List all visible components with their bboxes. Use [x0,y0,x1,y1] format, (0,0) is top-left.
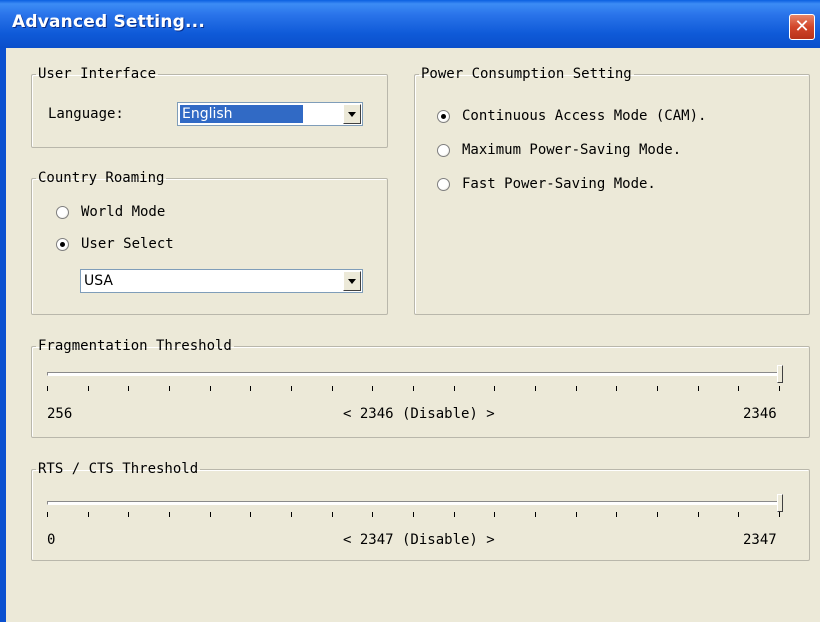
rts-cts-max: 2347 [743,532,777,548]
fragmentation-ticks [47,386,783,392]
slider-tick [779,386,780,391]
slider-tick [697,512,699,517]
slider-tick [169,386,170,391]
window-title: Advanced Setting... [12,12,205,32]
slider-tick [535,386,536,391]
slider-tick [87,512,89,517]
radio-world-mode[interactable] [56,206,69,219]
slider-tick [47,512,48,517]
country-select[interactable]: USA [80,269,363,293]
slider-tick [209,512,211,517]
user-interface-legend: User Interface [38,66,157,82]
slider-tick [779,512,780,517]
rts-cts-slider-track[interactable] [47,501,783,505]
slider-tick [494,386,496,391]
slider-tick [657,386,658,391]
slider-tick [372,512,374,517]
close-button[interactable]: ✕ [789,14,815,40]
window-left-border [0,48,6,622]
radio-fast-power-saving[interactable] [437,178,450,191]
slider-tick [372,386,374,391]
slider-tick [87,386,89,391]
slider-tick [291,386,292,391]
radio-cam[interactable] [437,110,450,123]
slider-tick [250,386,252,391]
slider-tick [453,512,455,517]
slider-tick [575,512,577,517]
country-roaming-legend: Country Roaming [38,170,165,186]
slider-tick [128,386,130,391]
language-label: Language: [48,106,124,122]
fragmentation-max: 2346 [743,406,777,422]
slider-tick [250,512,252,517]
fast-power-saving-label[interactable]: Fast Power-Saving Mode. [462,176,656,192]
slider-tick [331,386,333,391]
slider-tick [291,512,292,517]
max-power-saving-label[interactable]: Maximum Power-Saving Mode. [462,142,681,158]
fragmentation-slider-thumb[interactable] [777,365,783,383]
country-value: USA [84,273,113,289]
rts-cts-min: 0 [47,532,56,548]
slider-tick [697,386,699,391]
rts-cts-ticks [47,512,783,518]
slider-tick [657,512,658,517]
slider-tick [535,512,536,517]
slider-tick [169,512,170,517]
chevron-down-icon[interactable] [343,271,361,291]
slider-tick [738,512,740,517]
slider-tick [494,512,496,517]
radio-max-power-saving[interactable] [437,144,450,157]
advanced-setting-dialog: Advanced Setting... ✕ User Interface Lan… [0,0,820,622]
rts-cts-current: < 2347 (Disable) > [343,532,495,548]
slider-tick [616,386,618,391]
fragmentation-min: 256 [47,406,73,422]
fragmentation-current: < 2346 (Disable) > [343,406,495,422]
power-consumption-legend: Power Consumption Setting [421,66,632,82]
slider-tick [331,512,333,517]
close-icon: ✕ [794,16,810,37]
language-value: English [180,105,303,123]
slider-tick [413,386,414,391]
slider-tick [413,512,414,517]
slider-tick [616,512,618,517]
slider-tick [575,386,577,391]
fragmentation-slider-track[interactable] [47,372,783,376]
world-mode-label[interactable]: World Mode [81,204,165,220]
slider-tick [128,512,130,517]
cam-label[interactable]: Continuous Access Mode (CAM). [462,108,706,124]
rts-cts-threshold-legend: RTS / CTS Threshold [38,461,199,477]
fragmentation-threshold-legend: Fragmentation Threshold [38,338,232,354]
language-select[interactable]: English [177,102,363,126]
rts-cts-slider-thumb[interactable] [777,494,783,512]
radio-user-select[interactable] [56,238,69,251]
user-select-label[interactable]: User Select [81,236,174,252]
title-bar[interactable]: Advanced Setting... ✕ [0,0,820,48]
slider-tick [209,386,211,391]
slider-tick [47,386,48,391]
chevron-down-icon[interactable] [343,104,361,124]
slider-tick [738,386,740,391]
slider-tick [453,386,455,391]
